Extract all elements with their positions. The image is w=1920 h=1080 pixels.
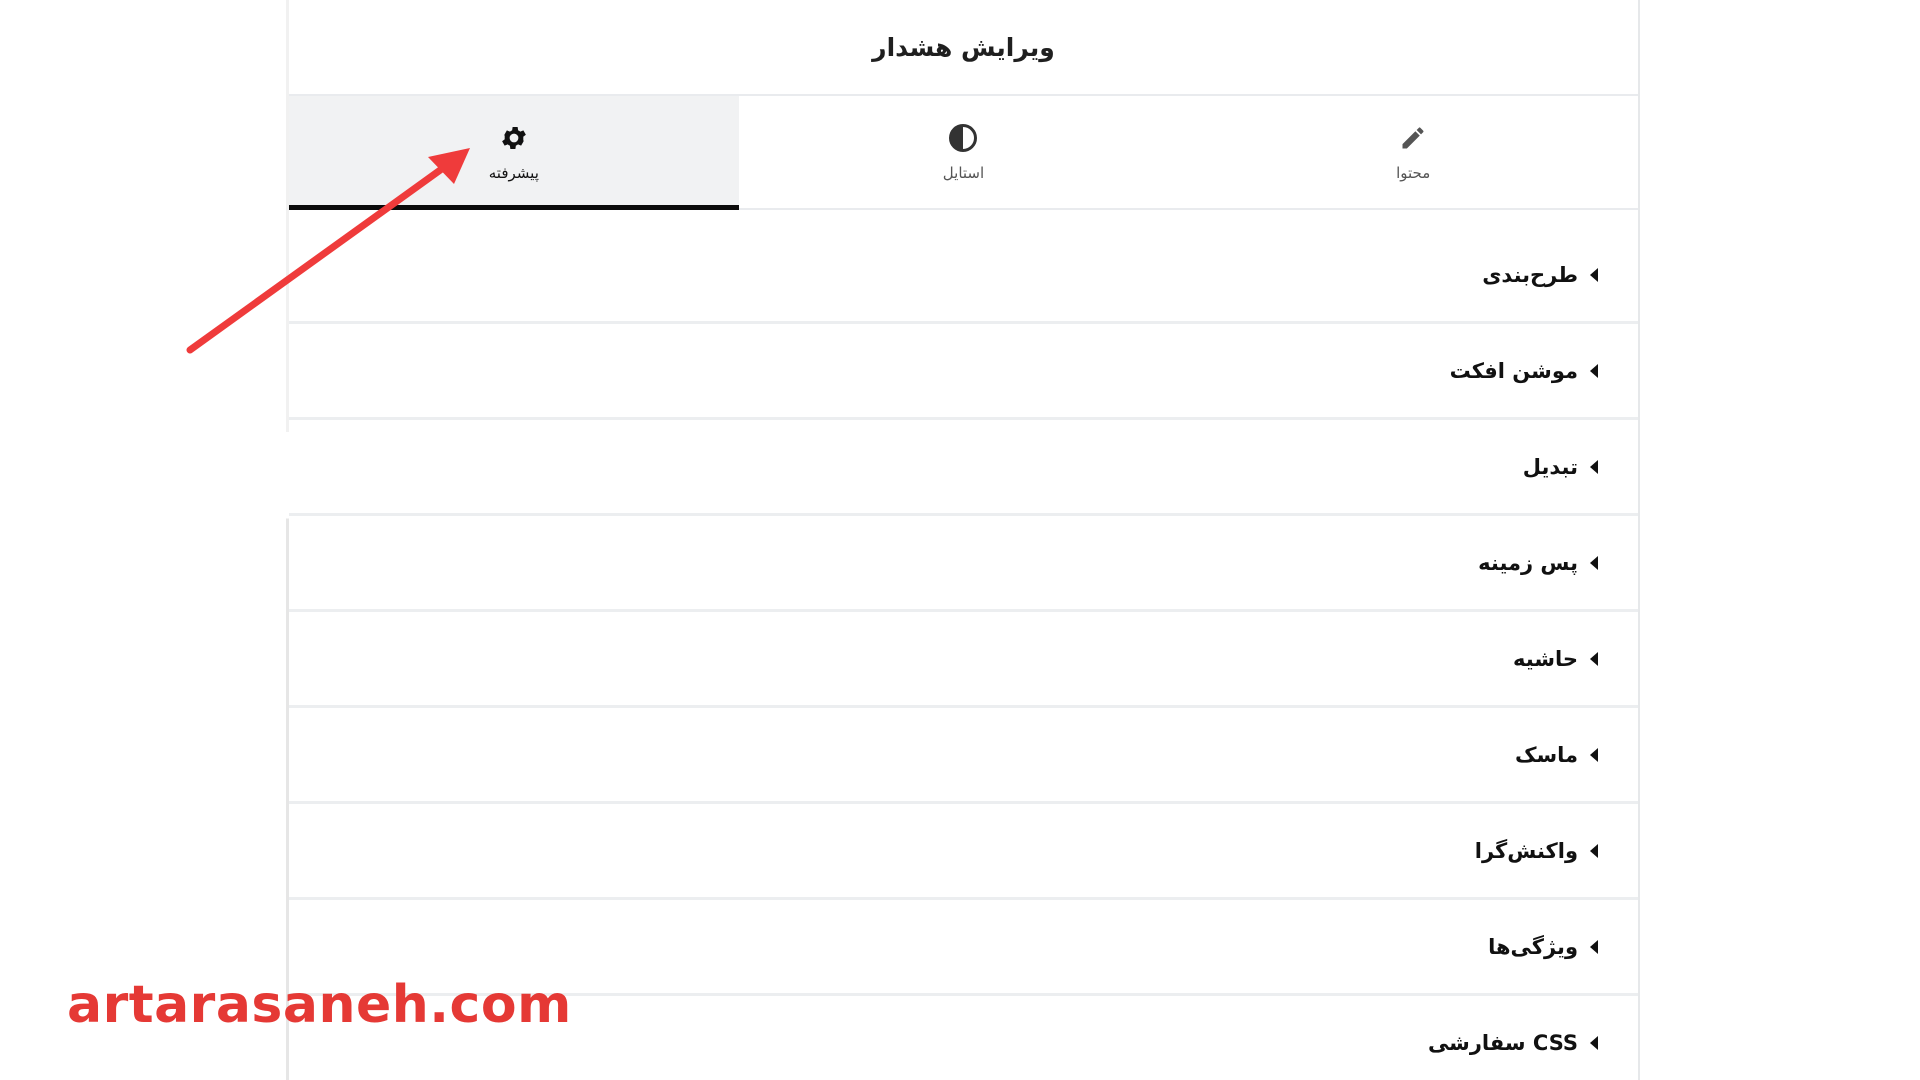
watermark-text: artarasaneh.com xyxy=(67,975,572,1035)
caret-left-icon xyxy=(1590,747,1598,762)
section-label: ویژگی‌ها xyxy=(1488,934,1578,959)
tab-style-label: استایل xyxy=(942,164,985,182)
caret-left-icon xyxy=(1590,459,1598,474)
pencil-icon xyxy=(1397,122,1429,154)
panel-title: ویرایش هشدار xyxy=(872,32,1055,62)
section-transform[interactable]: تبدیل xyxy=(289,420,1638,516)
section-label: ماسک xyxy=(1514,742,1578,767)
caret-left-icon xyxy=(1590,555,1598,570)
section-label: پس زمینه xyxy=(1478,550,1578,575)
gear-icon xyxy=(498,122,530,154)
panel-tabs: محتوا استایل پیشرفته xyxy=(289,96,1638,210)
caret-left-icon xyxy=(1590,843,1598,858)
section-label: حاشیه xyxy=(1513,646,1578,671)
section-label: تبدیل xyxy=(1522,454,1578,479)
caret-left-icon xyxy=(1590,1035,1598,1050)
tab-advanced[interactable]: پیشرفته xyxy=(289,96,739,210)
section-background[interactable]: پس زمینه xyxy=(289,516,1638,612)
section-border[interactable]: حاشیه xyxy=(289,612,1638,708)
tab-style[interactable]: استایل xyxy=(739,96,1189,208)
tab-content[interactable]: محتوا xyxy=(1188,96,1638,208)
tab-advanced-label: پیشرفته xyxy=(488,164,539,182)
section-label: موشن افکت xyxy=(1449,358,1578,383)
section-label: واکنش‌گرا xyxy=(1474,838,1578,863)
caret-left-icon xyxy=(1590,267,1598,282)
section-layout[interactable]: طرح‌بندی xyxy=(289,228,1638,324)
editor-panel: ویرایش هشدار محتوا استایل xyxy=(289,0,1640,1080)
section-motion-effects[interactable]: موشن افکت xyxy=(289,324,1638,420)
caret-left-icon xyxy=(1590,939,1598,954)
panel-header: ویرایش هشدار xyxy=(289,0,1638,96)
section-label: CSS سفارشی xyxy=(1427,1030,1578,1055)
section-list: طرح‌بندی موشن افکت تبدیل پس زمینه حاشیه … xyxy=(289,228,1638,1080)
caret-left-icon xyxy=(1590,363,1598,378)
half-circle-icon xyxy=(947,122,979,154)
tab-content-label: محتوا xyxy=(1396,164,1431,182)
section-label: طرح‌بندی xyxy=(1482,262,1578,287)
section-responsive[interactable]: واکنش‌گرا xyxy=(289,804,1638,900)
section-mask[interactable]: ماسک xyxy=(289,708,1638,804)
caret-left-icon xyxy=(1590,651,1598,666)
